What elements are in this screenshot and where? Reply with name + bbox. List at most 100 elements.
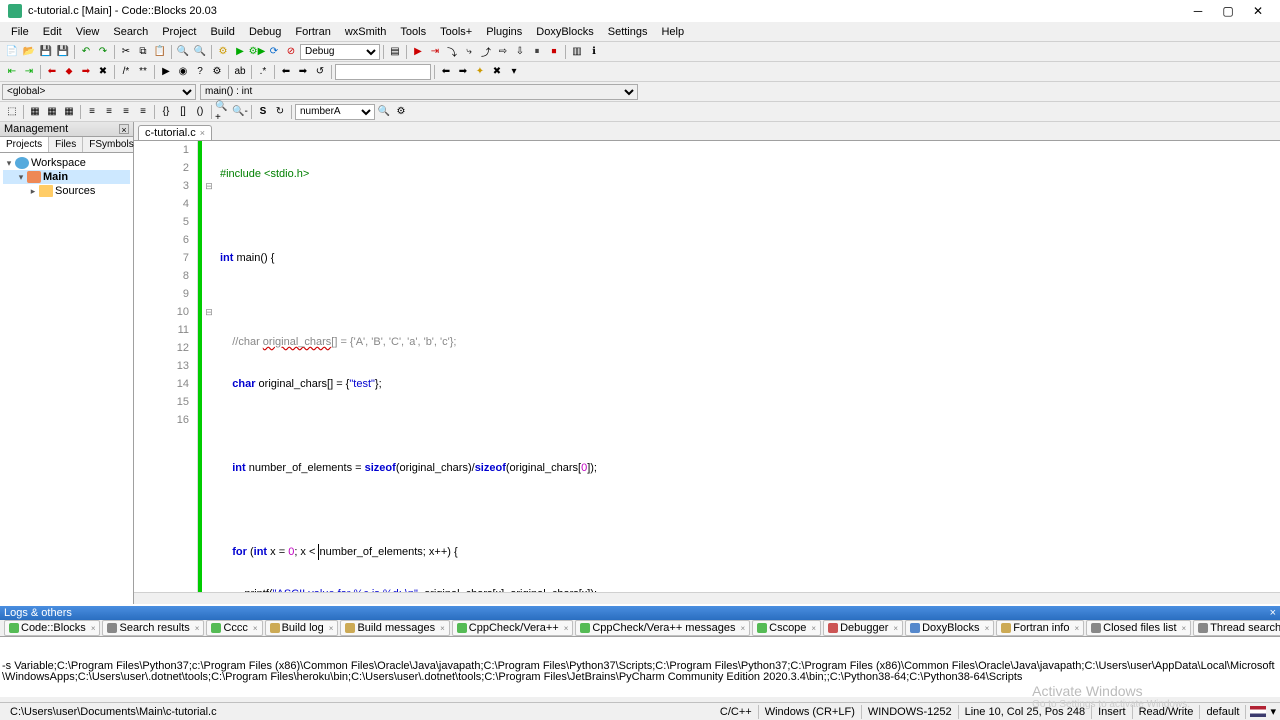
copy-icon[interactable]: ⧉: [135, 44, 151, 60]
editor-tab-ctutorial[interactable]: c-tutorial.c ×: [138, 125, 212, 140]
menu-project[interactable]: Project: [155, 24, 203, 40]
scope-right-select[interactable]: main() : int: [200, 84, 638, 100]
highlight-icon[interactable]: ✦: [472, 64, 488, 80]
logs-close-icon[interactable]: ×: [1270, 607, 1276, 619]
clear-bookmarks-icon[interactable]: ✖: [95, 64, 111, 80]
goto-next-icon[interactable]: ➡: [295, 64, 311, 80]
last-jump-icon[interactable]: ↺: [312, 64, 328, 80]
tab-files[interactable]: Files: [49, 137, 83, 152]
toggle-bookmark-icon[interactable]: ⬥: [61, 64, 77, 80]
doxy-chm-icon[interactable]: ?: [192, 64, 208, 80]
horizontal-scrollbar[interactable]: [134, 592, 1280, 604]
refresh-icon[interactable]: ↻: [272, 104, 288, 120]
menu-wxsmith[interactable]: wxSmith: [338, 24, 394, 40]
highlight-next-icon[interactable]: ➡: [455, 64, 471, 80]
brackets3-icon[interactable]: (): [192, 104, 208, 120]
doxy-block-icon[interactable]: **: [135, 64, 151, 80]
diff-icon[interactable]: ≡: [84, 104, 100, 120]
menu-doxyblocks[interactable]: DoxyBlocks: [529, 24, 600, 40]
info-icon[interactable]: ℹ: [586, 44, 602, 60]
incremental-search-input[interactable]: [335, 64, 431, 80]
stop-debug-icon[interactable]: ⏹: [546, 44, 562, 60]
step-out-icon[interactable]: ⤴: [478, 44, 494, 60]
log-tab-closed[interactable]: Closed files list×: [1086, 620, 1191, 636]
tree-workspace[interactable]: ▾ Workspace: [3, 156, 130, 170]
menu-view[interactable]: View: [69, 24, 107, 40]
break-icon[interactable]: ⏸: [529, 44, 545, 60]
log-tab-debugger[interactable]: Debugger×: [823, 620, 903, 636]
open-icon[interactable]: 📂: [21, 44, 37, 60]
select-icon[interactable]: ⬚: [4, 104, 20, 120]
doxy-run-icon[interactable]: ▶: [158, 64, 174, 80]
menu-edit[interactable]: Edit: [36, 24, 69, 40]
menu-plugins[interactable]: Plugins: [479, 24, 529, 40]
new-file-icon[interactable]: 📄: [4, 44, 20, 60]
log-tab-cscope[interactable]: Cscope×: [752, 620, 821, 636]
redo-icon[interactable]: ↷: [95, 44, 111, 60]
menu-toolsplus[interactable]: Tools+: [433, 24, 479, 40]
doxy-comment-icon[interactable]: /*: [118, 64, 134, 80]
regex-icon[interactable]: .*: [255, 64, 271, 80]
save-icon[interactable]: 💾: [38, 44, 54, 60]
log-tab-buildlog[interactable]: Build log×: [265, 620, 339, 636]
next-bookmark-icon[interactable]: ➡: [78, 64, 94, 80]
build-icon[interactable]: ⚙: [215, 44, 231, 60]
brackets2-icon[interactable]: []: [175, 104, 191, 120]
jump-back-icon[interactable]: ⇤: [4, 64, 20, 80]
diff4-icon[interactable]: ≡: [135, 104, 151, 120]
tree-sources-folder[interactable]: ▸ Sources: [3, 184, 130, 198]
abort-icon[interactable]: ⊘: [283, 44, 299, 60]
prev-bookmark-icon[interactable]: ⬅: [44, 64, 60, 80]
find-icon[interactable]: 🔍: [175, 44, 191, 60]
replace-icon[interactable]: 🔍: [192, 44, 208, 60]
step-instr-icon[interactable]: ⇩: [512, 44, 528, 60]
tab-fsymbols[interactable]: FSymbols: [83, 137, 140, 152]
minimize-button[interactable]: ─: [1184, 2, 1212, 20]
log-tab-search[interactable]: Search results×: [102, 620, 204, 636]
goto-prev-icon[interactable]: ⬅: [278, 64, 294, 80]
diff3-icon[interactable]: ≡: [118, 104, 134, 120]
close-button[interactable]: ✕: [1244, 2, 1272, 20]
symbol-search-select[interactable]: numberA: [295, 104, 375, 120]
step-into-icon[interactable]: ⤷: [461, 44, 477, 60]
build-run-icon[interactable]: ⚙▶: [249, 44, 265, 60]
menu-tools[interactable]: Tools: [393, 24, 433, 40]
save-all-icon[interactable]: 💾: [55, 44, 71, 60]
menu-search[interactable]: Search: [106, 24, 155, 40]
menu-settings[interactable]: Settings: [601, 24, 655, 40]
fold-toggle-icon[interactable]: ⊟: [202, 177, 216, 195]
debug-start-icon[interactable]: ▶: [410, 44, 426, 60]
code-content[interactable]: #include <stdio.h> int main() { //char o…: [216, 141, 1280, 592]
log-tab-cccc[interactable]: Cccc×: [206, 620, 262, 636]
strike-icon[interactable]: S: [255, 104, 271, 120]
scope-left-select[interactable]: <global>: [2, 84, 196, 100]
log-tab-codeblocks[interactable]: Code::Blocks×: [4, 620, 100, 636]
zoom-in-icon[interactable]: 🔍+: [215, 104, 231, 120]
menu-build[interactable]: Build: [203, 24, 241, 40]
diff2-icon[interactable]: ≡: [101, 104, 117, 120]
management-close-icon[interactable]: ×: [119, 124, 129, 134]
code-editor[interactable]: 12345678910111213141516 ⊟⊟ #include <std…: [134, 141, 1280, 592]
highlight-options-icon[interactable]: ▾: [506, 64, 522, 80]
search-find-icon[interactable]: 🔍: [376, 104, 392, 120]
log-tab-fortran[interactable]: Fortran info×: [996, 620, 1084, 636]
jump-fwd-icon[interactable]: ⇥: [21, 64, 37, 80]
debug-windows-icon[interactable]: ▥: [569, 44, 585, 60]
highlight-prev-icon[interactable]: ⬅: [438, 64, 454, 80]
show-target-icon[interactable]: ▤: [387, 44, 403, 60]
rebuild-icon[interactable]: ⟳: [266, 44, 282, 60]
fold-toggle-icon[interactable]: ⊟: [202, 303, 216, 321]
toggle-comment-icon[interactable]: ▦: [27, 104, 43, 120]
log-tab-thread[interactable]: Thread search×: [1193, 620, 1280, 636]
log-tab-cppcheckmsg[interactable]: CppCheck/Vera++ messages×: [575, 620, 750, 636]
menu-fortran[interactable]: Fortran: [288, 24, 337, 40]
doxy-config-icon[interactable]: ⚙: [209, 64, 225, 80]
undo-icon[interactable]: ↶: [78, 44, 94, 60]
clear-highlight-icon[interactable]: ✖: [489, 64, 505, 80]
log-tab-buildmsg[interactable]: Build messages×: [340, 620, 449, 636]
run-to-cursor-icon[interactable]: ⇥: [427, 44, 443, 60]
menu-help[interactable]: Help: [654, 24, 691, 40]
tree-project-main[interactable]: ▾ Main: [3, 170, 130, 184]
build-target-select[interactable]: Debug: [300, 44, 380, 60]
next-instr-icon[interactable]: ⇨: [495, 44, 511, 60]
